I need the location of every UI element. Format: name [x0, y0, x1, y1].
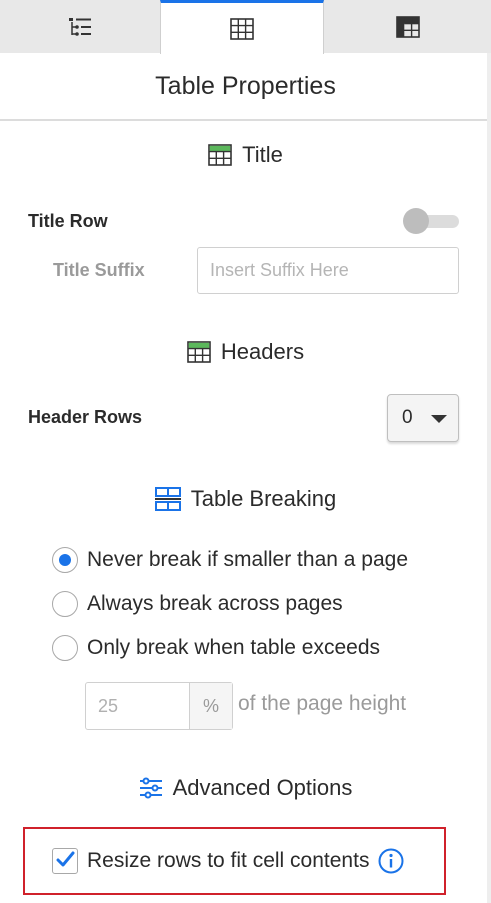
info-icon[interactable] [378, 848, 404, 874]
header-rows-value: 0 [402, 407, 413, 428]
panel-title: Table Properties [0, 53, 491, 121]
header-rows-select[interactable]: 0 [387, 394, 459, 442]
tab-bar [0, 0, 491, 54]
radio-label: Always break across pages [87, 592, 343, 615]
radio-button[interactable] [52, 547, 78, 573]
radio-break-when-exceeds[interactable]: Only break when table exceeds [52, 635, 380, 661]
tab-table[interactable] [160, 0, 324, 54]
headers-section-heading: Headers [0, 337, 491, 367]
radio-button[interactable] [52, 591, 78, 617]
resize-rows-option[interactable]: Resize rows to fit cell contents [52, 848, 404, 874]
threshold-suffix: of the page height [238, 692, 407, 715]
header-rows-label: Header Rows [28, 407, 143, 427]
threshold-input[interactable] [86, 683, 189, 729]
list-tree-icon [69, 17, 91, 36]
breaking-section-heading: Table Breaking [0, 484, 491, 514]
title-row-toggle[interactable] [403, 208, 459, 234]
checkmark-icon [56, 851, 75, 867]
radio-label: Only break when table exceeds [87, 636, 381, 659]
table-green-header-icon [187, 341, 211, 363]
sliders-icon [139, 777, 162, 799]
resize-rows-checkbox[interactable] [52, 848, 78, 874]
percent-unit: % [189, 683, 232, 729]
radio-never-break[interactable]: Never break if smaller than a page [52, 547, 408, 573]
table-grid-icon [230, 17, 254, 40]
advanced-section-label: Advanced Options [172, 775, 353, 800]
resize-rows-label: Resize rows to fit cell contents [87, 849, 370, 872]
table-break-icon [154, 487, 181, 511]
scrollbar[interactable] [487, 53, 491, 903]
radio-always-break[interactable]: Always break across pages [52, 591, 343, 617]
title-section-label: Title [242, 142, 283, 167]
headers-section-label: Headers [220, 339, 305, 364]
chevron-down-icon [431, 415, 447, 423]
radio-button[interactable] [52, 635, 78, 661]
radio-label: Never break if smaller than a page [87, 548, 408, 571]
breaking-section-label: Table Breaking [190, 486, 337, 511]
tab-outline[interactable] [0, 0, 160, 53]
threshold-field: % [85, 682, 233, 730]
advanced-section-heading: Advanced Options [0, 773, 491, 803]
title-suffix-input[interactable] [197, 247, 459, 294]
title-suffix-label: Title Suffix [53, 260, 145, 280]
table-green-header-icon [208, 144, 232, 166]
tab-table-style[interactable] [324, 0, 491, 53]
title-row-label: Title Row [28, 211, 108, 231]
title-section-heading: Title [0, 140, 491, 170]
table-dark-icon [395, 15, 420, 38]
toggle-knob [403, 208, 429, 234]
